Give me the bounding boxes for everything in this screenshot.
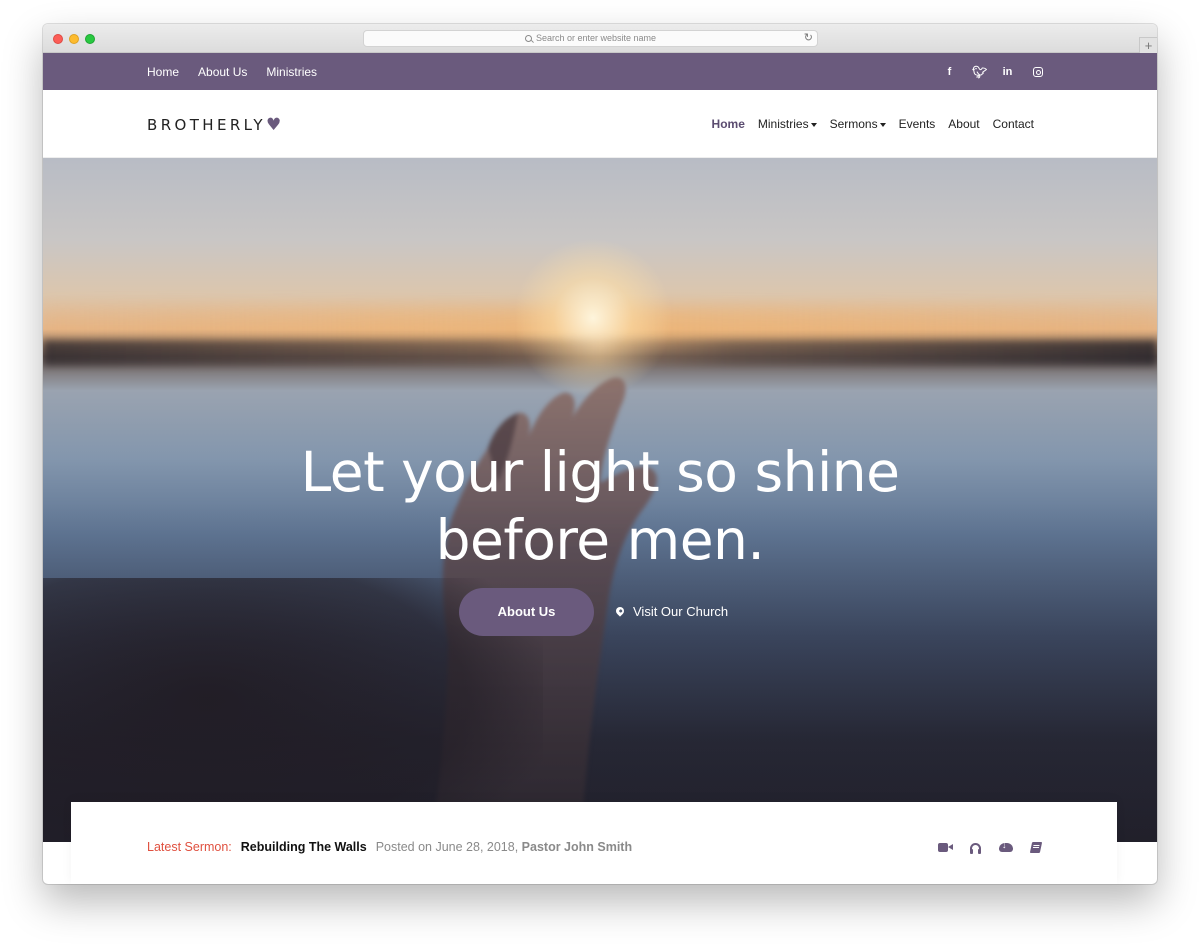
top-bar: Home About Us Ministries f 🐦︎ in [43,53,1157,90]
new-tab-button[interactable]: + [1139,37,1157,53]
sermon-author: Pastor John Smith [521,840,633,854]
minimize-window-button[interactable] [69,34,79,44]
nav-ministries-label: Ministries [757,117,809,131]
chevron-down-icon [810,122,817,127]
site-header: BROTHERLY♥ Home Ministries Sermons Event… [43,90,1157,158]
visit-our-church-label: Visit Our Church [633,604,729,619]
close-window-button[interactable] [53,34,63,44]
sermon-meta: Posted on June 28, 2018, Pastor John Smi… [376,840,632,854]
facebook-icon[interactable]: f [943,66,956,78]
browser-window: Search or enter website name ↻ + Home Ab… [43,24,1157,884]
search-icon [524,35,532,42]
nav-contact[interactable]: Contact [993,117,1034,131]
hero-title-line-2: before men. [435,508,765,572]
linkedin-icon[interactable]: in [1001,66,1014,78]
hero-title-line-1: Let your light so shine [300,440,900,504]
address-placeholder: Search or enter website name [535,33,657,43]
main-nav: Home Ministries Sermons Events About Con… [699,90,1034,158]
video-icon[interactable] [938,842,953,852]
nav-home[interactable]: Home [712,117,745,131]
nav-sermons-label: Sermons [829,117,878,131]
about-us-button[interactable]: About Us [459,588,594,636]
map-pin-icon [614,605,626,617]
reload-icon[interactable]: ↻ [804,31,813,46]
zoom-window-button[interactable] [85,34,95,44]
topnav-ministries[interactable]: Ministries [266,65,317,79]
nav-about[interactable]: About [948,117,979,131]
sermon-info: Latest Sermon: Rebuilding The Walls Posted… [147,802,632,884]
sermon-label: Latest Sermon: [147,840,232,854]
site-logo[interactable]: BROTHERLY♥ [147,115,281,135]
sermon-media-icons [920,802,1043,884]
social-links: f 🐦︎ in [927,53,1043,90]
headphones-icon[interactable] [970,842,981,854]
twitter-icon[interactable]: 🐦︎ [972,65,987,79]
cloud-download-icon[interactable] [999,840,1013,852]
address-bar[interactable]: Search or enter website name ↻ [363,30,818,47]
topnav-home[interactable]: Home [147,65,179,79]
nav-sermons[interactable]: Sermons [830,117,886,131]
nav-ministries[interactable]: Ministries [758,117,817,131]
hero-title: Let your light so shine before men. [43,438,1157,574]
visit-our-church-link[interactable]: Visit Our Church [614,588,729,636]
latest-sermon-bar: Latest Sermon: Rebuilding The Walls Posted… [71,802,1117,884]
sermon-title[interactable]: Rebuilding The Walls [241,840,367,854]
topnav-about-us[interactable]: About Us [198,65,247,79]
browser-chrome: Search or enter website name ↻ + [43,24,1157,53]
logo-text: BROTHERLY [147,116,266,134]
nav-events[interactable]: Events [899,117,936,131]
chevron-down-icon [879,122,886,127]
sermon-posted-date: Posted on June 28, 2018, [375,840,519,854]
book-icon[interactable] [1029,841,1043,853]
heart-icon: ♥ [266,115,282,135]
hero-section: Let your light so shine before men. Abou… [43,158,1157,842]
instagram-icon[interactable] [1033,66,1043,77]
top-nav: Home About Us Ministries [147,53,336,90]
